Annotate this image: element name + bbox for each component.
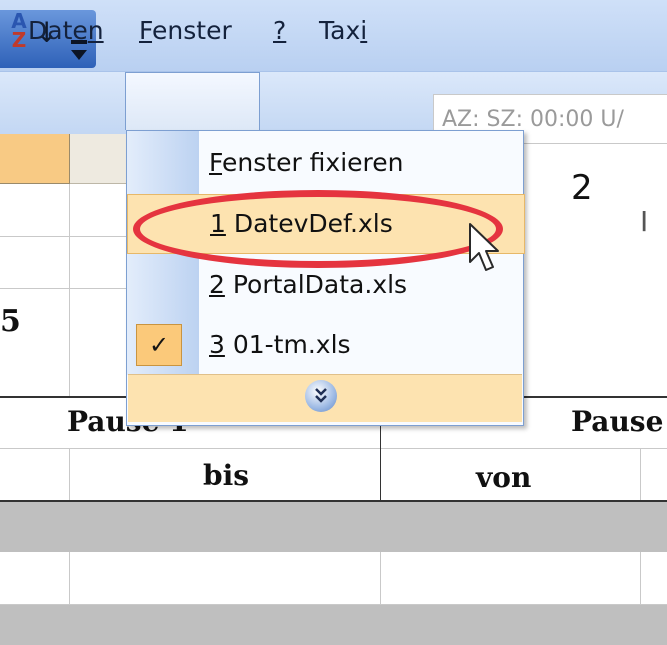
grid-line — [69, 184, 70, 396]
grid-line — [640, 552, 641, 604]
menu-taxi[interactable]: Taxi — [319, 16, 367, 50]
cell-number: 2 — [571, 168, 593, 208]
header-cell[interactable] — [70, 134, 128, 184]
gray-row — [0, 605, 667, 645]
checkmark-icon: ✓ — [136, 324, 182, 366]
column-header-pause2: Pause — [571, 405, 664, 438]
cell-number: 5 — [0, 304, 21, 339]
column-header-von: von — [476, 461, 532, 494]
grid-line — [0, 448, 667, 449]
menu-daten[interactable]: Daten — [28, 16, 104, 50]
grid-line — [0, 288, 127, 289]
mouse-cursor-icon — [466, 222, 506, 278]
grid-line — [640, 448, 641, 502]
grid-line — [380, 552, 381, 604]
chevron-double-down-icon[interactable] — [305, 380, 337, 412]
cell-text: I — [640, 205, 649, 238]
highlight-ring — [133, 190, 503, 268]
menu-item-fenster-fixieren[interactable]: Fenster fixieren — [127, 134, 523, 192]
grid-line — [0, 236, 127, 237]
grid-line — [69, 552, 70, 604]
grid-line — [69, 448, 70, 502]
menu-fenster[interactable]: Fenster — [139, 16, 232, 50]
gray-row — [0, 502, 667, 552]
menu-item-01-tm[interactable]: ✓ 3 01-tm.xls — [127, 316, 523, 374]
menu-fenster-active-bg — [125, 72, 260, 130]
column-header-bis: bis — [203, 459, 249, 492]
menu-help[interactable]: ? — [273, 16, 286, 50]
selected-header-cell[interactable] — [0, 134, 70, 184]
